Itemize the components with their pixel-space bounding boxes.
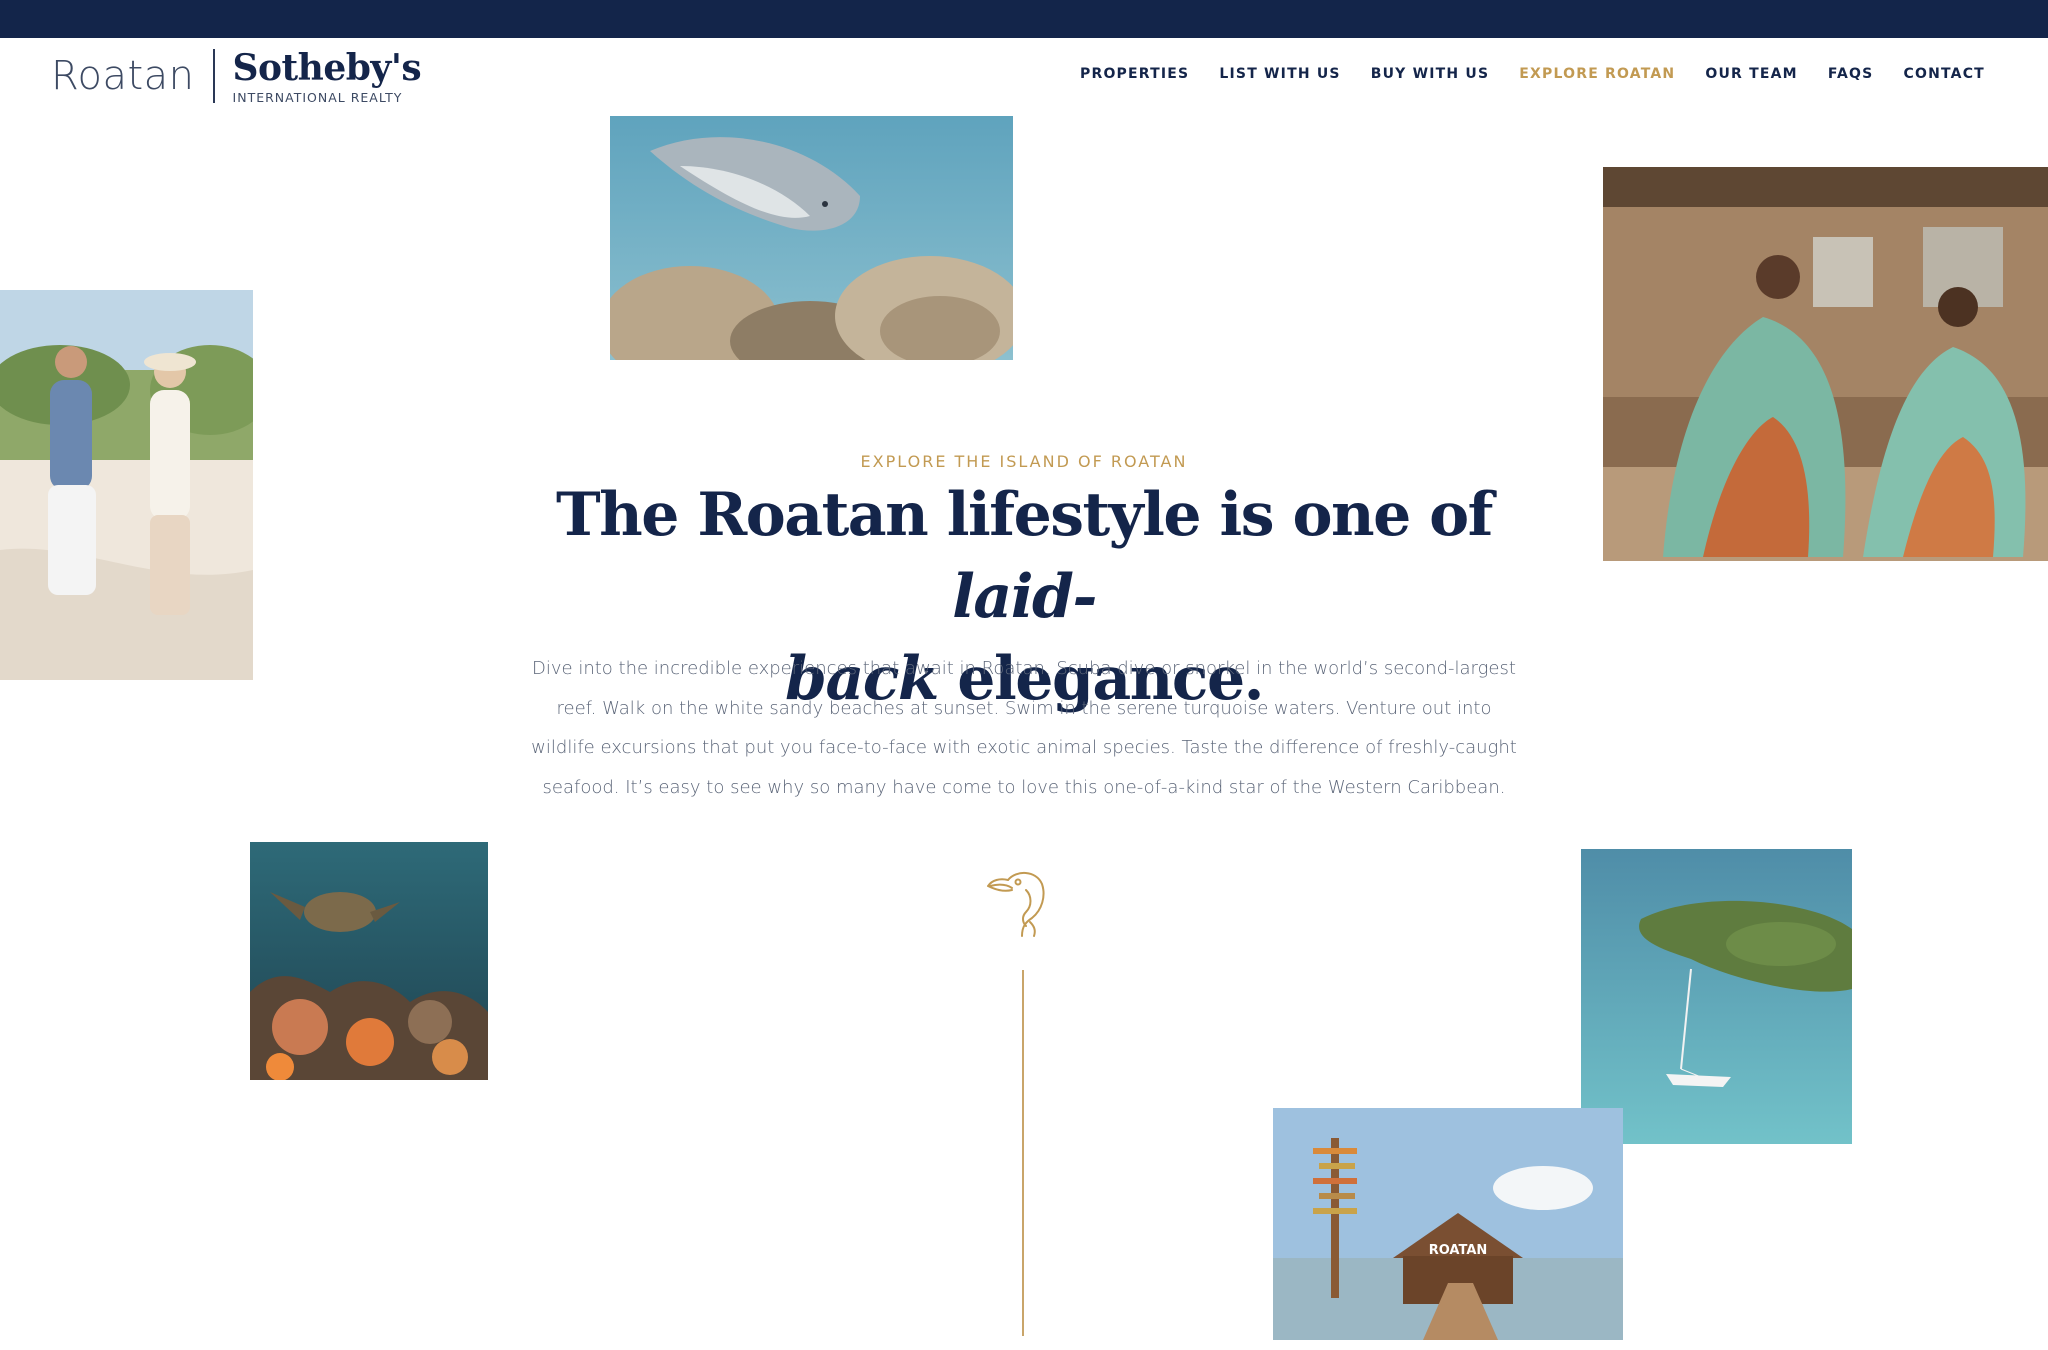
toucan-icon [986, 866, 1052, 938]
top-strip [0, 0, 2048, 38]
photo-roatan-pier: ROATAN [1273, 1108, 1623, 1340]
nav-contact[interactable]: CONTACT [1904, 66, 1985, 82]
headline-italic-1: laid- [952, 562, 1097, 632]
headline-part-1: The Roatan lifestyle is one of [556, 480, 1493, 550]
nav-our-team[interactable]: OUR TEAM [1705, 66, 1797, 82]
nav-explore-roatan[interactable]: EXPLORE ROATAN [1519, 66, 1675, 82]
logo-subtitle: INTERNATIONAL REALTY [232, 89, 403, 105]
site-logo[interactable]: Roatan Sotheby's INTERNATIONAL REALTY [51, 46, 422, 106]
logo-brand-block: Sotheby's INTERNATIONAL REALTY [233, 48, 422, 105]
nav-properties[interactable]: PROPERTIES [1080, 66, 1189, 82]
logo-brand-text: Sotheby's [232, 46, 422, 89]
intro-paragraph: Dive into the incredible experiences tha… [531, 658, 1517, 798]
logo-divider [212, 49, 215, 103]
pier-sign-text: ROATAN [1429, 1243, 1488, 1258]
nav-faqs[interactable]: FAQS [1828, 66, 1874, 82]
photo-sailboat-aerial [1581, 849, 1852, 1144]
site-header: Roatan Sotheby's INTERNATIONAL REALTY PR… [0, 38, 2048, 116]
photo-garifuna-dancers [1603, 167, 2048, 561]
photo-couple-beach [0, 290, 253, 680]
photo-dolphin [610, 116, 1013, 360]
nav-list-with-us[interactable]: LIST WITH US [1219, 66, 1340, 82]
vertical-divider-line [1022, 970, 1024, 1336]
nav-buy-with-us[interactable]: BUY WITH US [1371, 66, 1490, 82]
section-kicker: EXPLORE THE ISLAND OF ROATAN [860, 452, 1188, 471]
logo-roatan-text: Roatan [51, 53, 195, 99]
main-nav: PROPERTIES LIST WITH US BUY WITH US EXPL… [1080, 66, 1985, 82]
photo-sea-turtle [250, 842, 488, 1080]
